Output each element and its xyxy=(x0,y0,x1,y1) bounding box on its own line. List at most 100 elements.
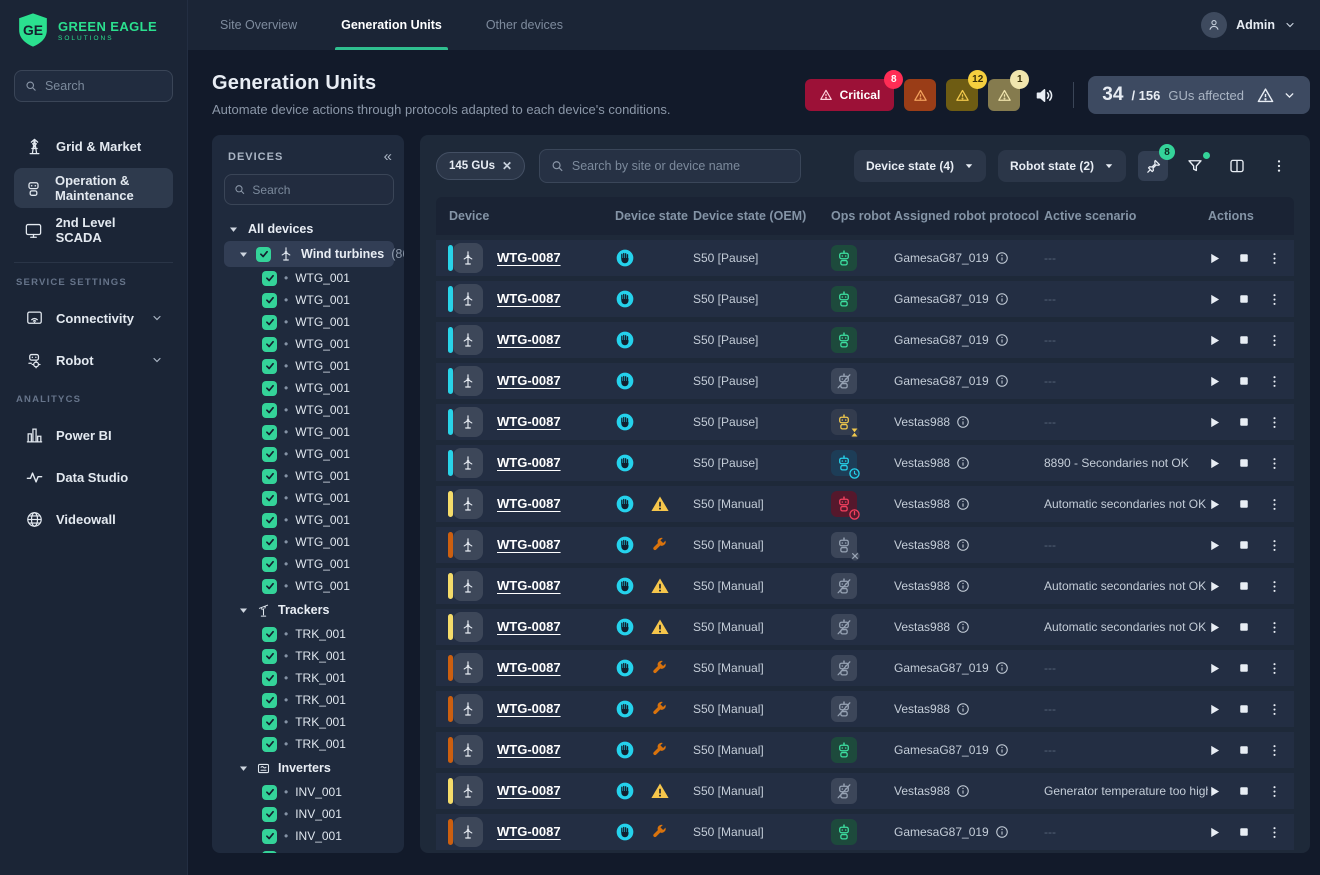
stop-button[interactable] xyxy=(1238,826,1250,838)
info-icon[interactable] xyxy=(956,456,970,470)
play-button[interactable] xyxy=(1208,662,1221,675)
tree-item[interactable]: •TRK_001 xyxy=(224,733,394,755)
tree-item[interactable]: •TRK_001 xyxy=(224,623,394,645)
info-icon[interactable] xyxy=(995,292,1009,306)
play-button[interactable] xyxy=(1208,416,1221,429)
sidebar-search-input[interactable] xyxy=(45,79,162,93)
play-button[interactable] xyxy=(1208,744,1221,757)
ops-robot-on-icon[interactable] xyxy=(831,245,857,271)
tree-item[interactable]: •WTG_001 xyxy=(224,333,394,355)
tree-group-inverters[interactable]: Inverters xyxy=(224,755,394,781)
stop-button[interactable] xyxy=(1238,580,1250,592)
info-icon[interactable] xyxy=(995,251,1009,265)
tree-item[interactable]: •INV_001 xyxy=(224,825,394,847)
ops-robot-on-icon[interactable] xyxy=(831,286,857,312)
row-menu-button[interactable] xyxy=(1267,620,1282,635)
checkbox-checked[interactable] xyxy=(262,359,277,374)
user-menu[interactable]: Admin xyxy=(1201,0,1296,50)
play-button[interactable] xyxy=(1208,252,1221,265)
device-link[interactable]: WTG-0087 xyxy=(497,455,561,470)
tree-item[interactable]: •TRK_001 xyxy=(224,711,394,733)
sidebar-item-data-studio[interactable]: Data Studio xyxy=(14,457,173,497)
tree-item[interactable]: •WTG_001 xyxy=(224,575,394,597)
device-link[interactable]: WTG-0087 xyxy=(497,742,561,757)
tree-item[interactable]: •WTG_001 xyxy=(224,553,394,575)
device-link[interactable]: WTG-0087 xyxy=(497,537,561,552)
checkbox-checked[interactable] xyxy=(262,271,277,286)
caret-down-icon[interactable] xyxy=(238,763,249,774)
info-icon[interactable] xyxy=(956,497,970,511)
orange-alerts-button[interactable] xyxy=(904,79,936,111)
tab-other-devices[interactable]: Other devices xyxy=(486,0,563,50)
ops-robot-on-icon[interactable] xyxy=(831,819,857,845)
device-link[interactable]: WTG-0087 xyxy=(497,373,561,388)
tree-group-trackers[interactable]: Trackers xyxy=(224,597,394,623)
ops-robot-sync-icon[interactable] xyxy=(831,450,857,476)
tree-item[interactable]: •TRK_001 xyxy=(224,645,394,667)
gus-affected-summary[interactable]: 34 / 156 GUs affected xyxy=(1088,76,1310,114)
checkbox-checked[interactable] xyxy=(262,785,277,800)
devices-search[interactable] xyxy=(224,174,394,205)
row-menu-button[interactable] xyxy=(1267,702,1282,717)
checkbox-checked[interactable] xyxy=(262,513,277,528)
play-button[interactable] xyxy=(1208,334,1221,347)
device-link[interactable]: WTG-0087 xyxy=(497,619,561,634)
device-link[interactable]: WTG-0087 xyxy=(497,824,561,839)
devices-search-input[interactable] xyxy=(252,183,384,197)
checkbox-checked[interactable] xyxy=(262,557,277,572)
filter-button[interactable] xyxy=(1180,151,1210,181)
row-menu-button[interactable] xyxy=(1267,497,1282,512)
stop-button[interactable] xyxy=(1238,621,1250,633)
info-icon[interactable] xyxy=(956,579,970,593)
info-icon[interactable] xyxy=(995,374,1009,388)
checkbox-checked[interactable] xyxy=(262,737,277,752)
sidebar-item-connectivity[interactable]: Connectivity xyxy=(14,298,173,338)
checkbox-checked[interactable] xyxy=(262,315,277,330)
row-menu-button[interactable] xyxy=(1267,743,1282,758)
sidebar-search[interactable] xyxy=(14,70,173,102)
table-search[interactable] xyxy=(539,149,801,183)
stop-button[interactable] xyxy=(1238,252,1250,264)
row-menu-button[interactable] xyxy=(1267,374,1282,389)
tree-item[interactable]: •TRK_001 xyxy=(224,667,394,689)
info-icon[interactable] xyxy=(995,825,1009,839)
ops-robot-wait-icon[interactable] xyxy=(831,409,857,435)
play-button[interactable] xyxy=(1208,498,1221,511)
stop-button[interactable] xyxy=(1238,539,1250,551)
info-icon[interactable] xyxy=(995,743,1009,757)
robot-state-filter[interactable]: Robot state (2) xyxy=(998,150,1126,182)
caret-down-icon[interactable] xyxy=(238,605,249,616)
play-button[interactable] xyxy=(1208,293,1221,306)
tree-item[interactable]: •WTG_001 xyxy=(224,465,394,487)
device-link[interactable]: WTG-0087 xyxy=(497,332,561,347)
info-icon[interactable] xyxy=(956,620,970,634)
row-menu-button[interactable] xyxy=(1267,661,1282,676)
tree-root-all-devices[interactable]: All devices xyxy=(224,217,394,241)
device-link[interactable]: WTG-0087 xyxy=(497,578,561,593)
device-link[interactable]: WTG-0087 xyxy=(497,250,561,265)
checkbox-checked[interactable] xyxy=(262,693,277,708)
tree-item[interactable]: •WTG_001 xyxy=(224,399,394,421)
ops-robot-off-icon[interactable] xyxy=(831,696,857,722)
tab-site-overview[interactable]: Site Overview xyxy=(220,0,297,50)
device-link[interactable]: WTG-0087 xyxy=(497,291,561,306)
checkbox-checked[interactable] xyxy=(262,491,277,506)
tree-item[interactable]: •WTG_001 xyxy=(224,421,394,443)
stop-button[interactable] xyxy=(1238,416,1250,428)
info-icon[interactable] xyxy=(956,784,970,798)
device-link[interactable]: WTG-0087 xyxy=(497,414,561,429)
play-button[interactable] xyxy=(1208,539,1221,552)
ops-robot-failed-icon[interactable] xyxy=(831,532,857,558)
tree-group-wind-turbines[interactable]: Wind turbines(867) xyxy=(224,241,394,267)
device-link[interactable]: WTG-0087 xyxy=(497,496,561,511)
tree-item[interactable]: •WTG_001 xyxy=(224,267,394,289)
stop-button[interactable] xyxy=(1238,662,1250,674)
stop-button[interactable] xyxy=(1238,293,1250,305)
info-icon[interactable] xyxy=(995,661,1009,675)
checkbox-checked[interactable] xyxy=(262,579,277,594)
ops-robot-off-icon[interactable] xyxy=(831,573,857,599)
checkbox-checked[interactable] xyxy=(262,469,277,484)
tree-item[interactable]: •INV_001 xyxy=(224,781,394,803)
checkbox-checked[interactable] xyxy=(262,829,277,844)
row-menu-button[interactable] xyxy=(1267,415,1282,430)
